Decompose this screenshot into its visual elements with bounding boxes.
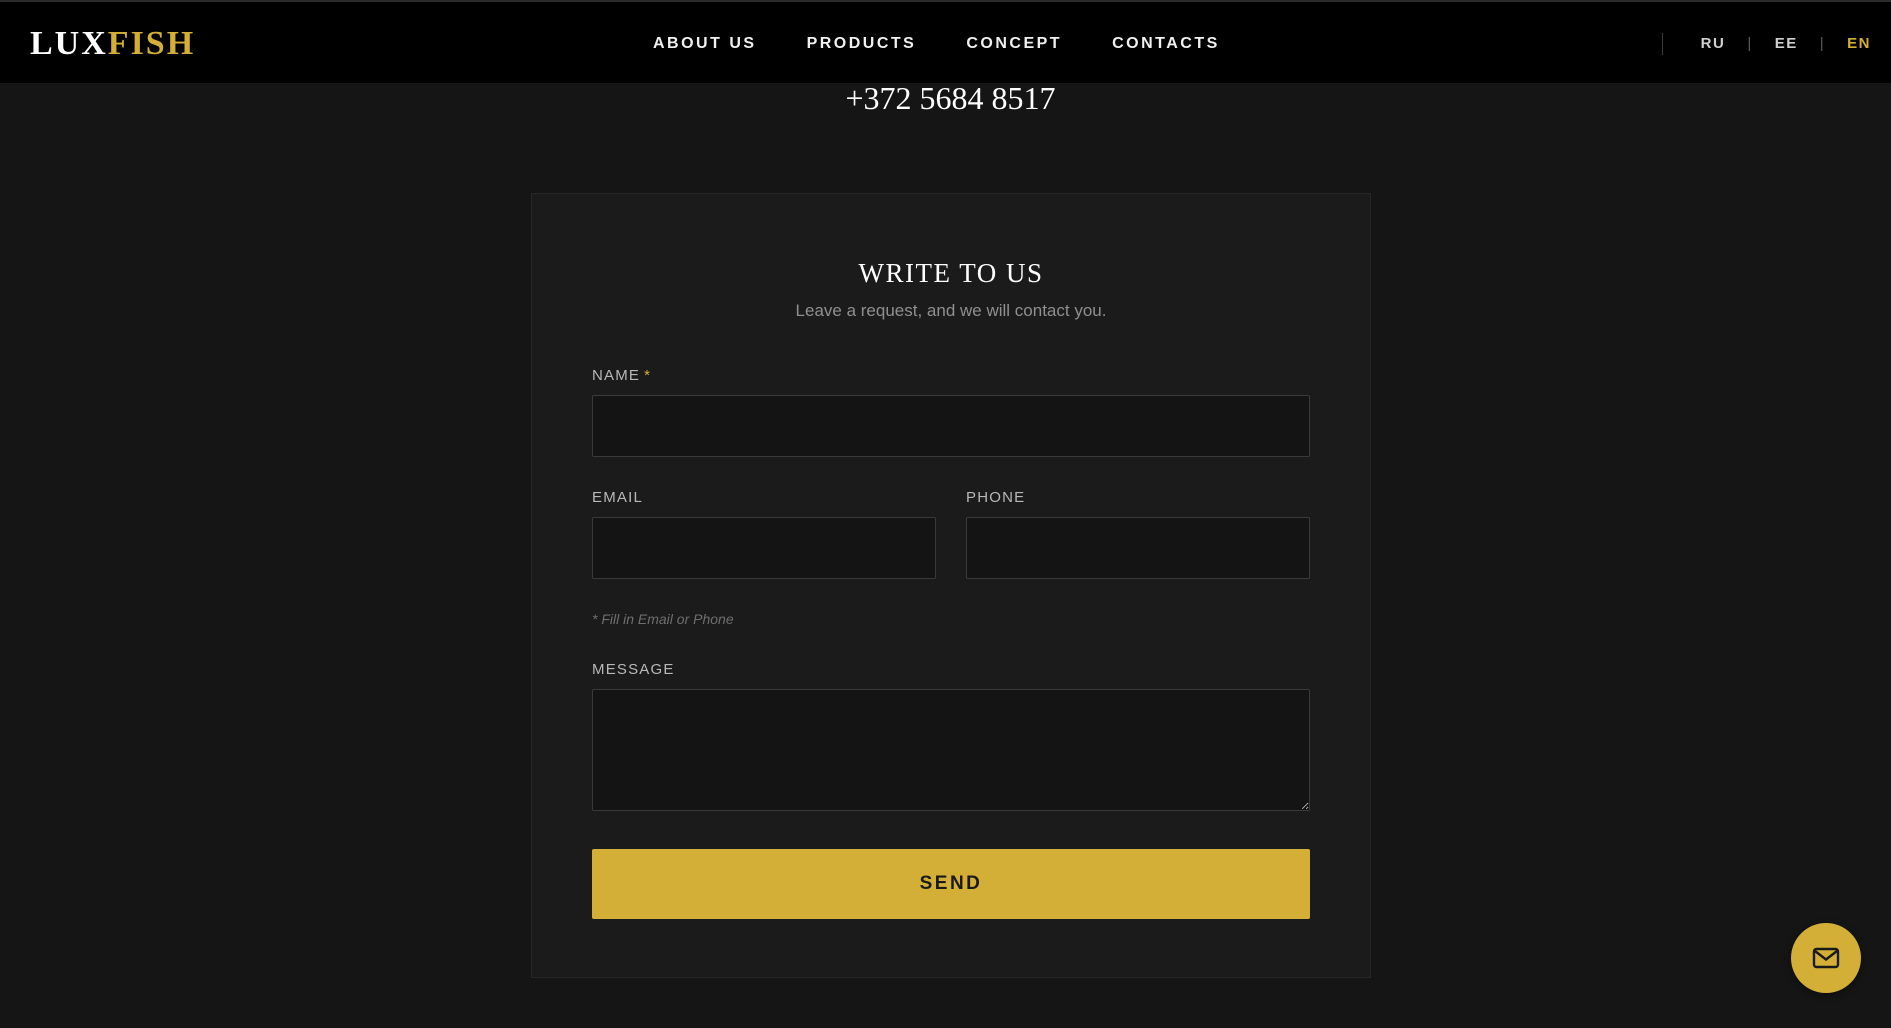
logo-text-fish: FISH: [107, 25, 196, 62]
nav-about-us[interactable]: ABOUT US: [653, 32, 757, 56]
phone-label: PHONE: [966, 489, 1026, 506]
form-title: WRITE TO US: [858, 258, 1044, 288]
lang-ru[interactable]: RU: [1701, 32, 1726, 56]
main-nav: ABOUT US PRODUCTS CONCEPT CONTACTS: [653, 32, 1270, 56]
nav-contacts[interactable]: CONTACTS: [1112, 32, 1220, 56]
floating-contact-button[interactable]: [1791, 923, 1861, 993]
message-label: MESSAGE: [592, 661, 675, 678]
language-divider: [1661, 33, 1663, 55]
email-label: EMAIL: [592, 489, 644, 506]
lang-separator: |: [1747, 35, 1753, 52]
name-label-text: NAME: [592, 367, 641, 384]
email-input[interactable]: [592, 517, 936, 579]
logo[interactable]: LUXFISH: [30, 24, 195, 64]
nav-products[interactable]: PRODUCTS: [807, 32, 917, 56]
language-switcher: RU | EE | EN: [1661, 32, 1871, 56]
logo-text-lux: LUX: [30, 25, 108, 62]
email-or-phone-hint: * Fill in Email or Phone: [592, 611, 734, 627]
contact-form-card: WRITE TO US Leave a request, and we will…: [531, 193, 1371, 978]
name-label: NAME *: [592, 366, 651, 386]
form-subtitle: Leave a request, and we will contact you…: [795, 301, 1107, 320]
lang-separator: |: [1819, 35, 1826, 52]
lang-ee[interactable]: EE: [1775, 32, 1798, 56]
contact-phone-number[interactable]: +372 5684 8517: [0, 78, 1891, 118]
phone-input[interactable]: [966, 517, 1310, 579]
send-button[interactable]: SEND: [592, 849, 1310, 919]
message-textarea[interactable]: [592, 689, 1310, 811]
mail-icon: [1812, 947, 1840, 969]
nav-concept[interactable]: CONCEPT: [966, 32, 1062, 56]
lang-en[interactable]: EN: [1847, 32, 1871, 56]
name-input[interactable]: [592, 395, 1310, 457]
top-navigation-bar: LUXFISH ABOUT US PRODUCTS CONCEPT CONTAC…: [0, 0, 1891, 83]
required-asterisk: *: [644, 367, 652, 384]
